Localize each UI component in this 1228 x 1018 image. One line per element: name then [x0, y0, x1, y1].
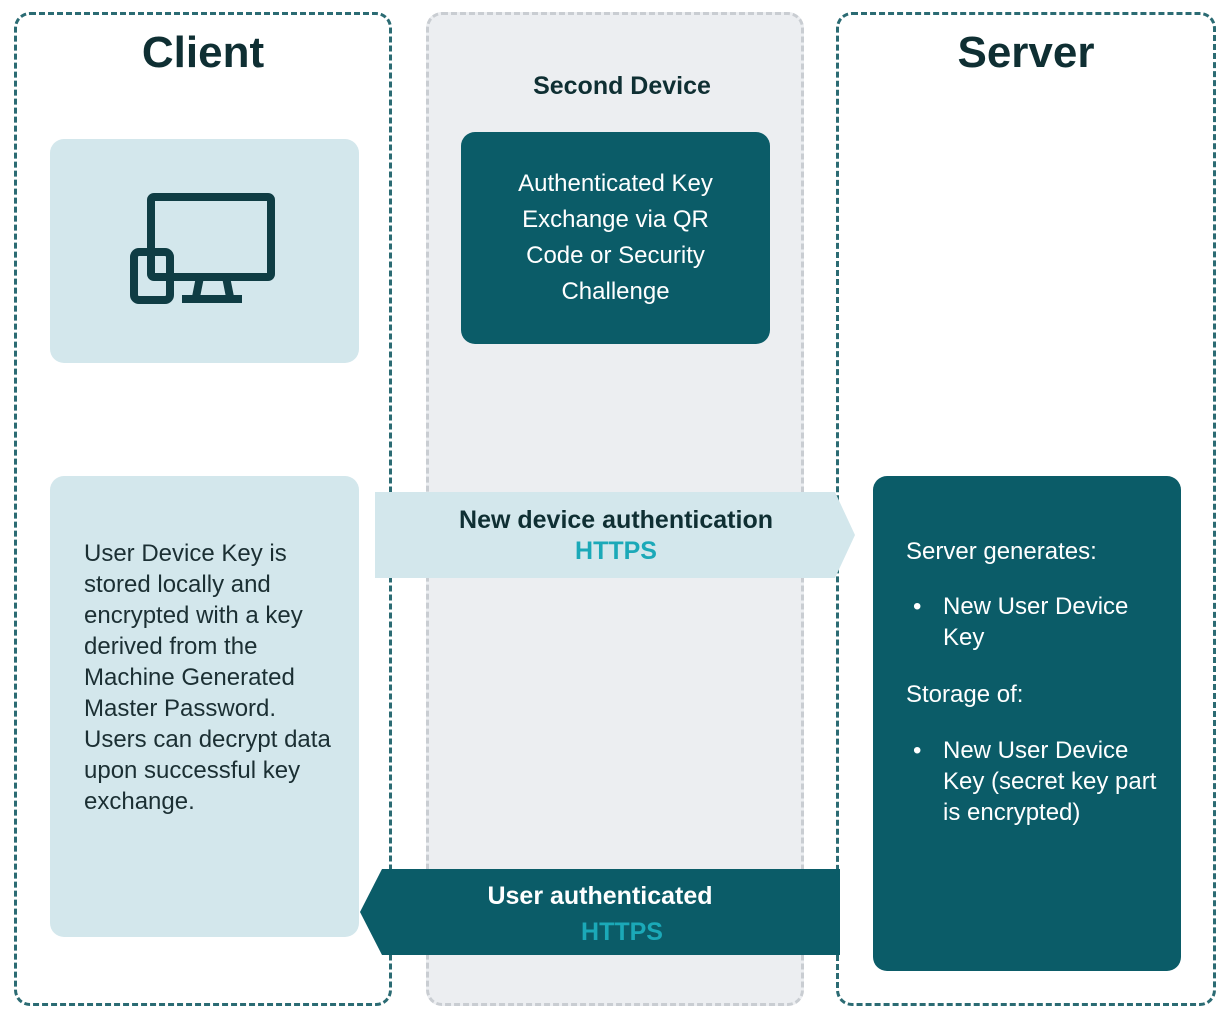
- user-authenticated-label: User authenticated: [487, 882, 713, 910]
- server-title: Server: [957, 28, 1095, 77]
- storage-list: • New User Device Key (secret key part is…: [913, 735, 1163, 828]
- client-device-box: [50, 139, 359, 363]
- list-item: • New User Device Key: [913, 593, 1129, 651]
- server-generates-list: • New User Device Key: [913, 591, 1163, 653]
- server-box: Server generates: • New User Device Key S…: [873, 476, 1181, 971]
- key-exchange-text: Authenticated Key Exchange via QR Code o…: [518, 170, 713, 305]
- to-server-protocol-label: HTTPS: [575, 537, 657, 565]
- storage-heading: Storage of:: [906, 681, 1024, 708]
- desktop-and-phone-icon: [130, 193, 275, 304]
- second-device-title: Second Device: [533, 72, 711, 100]
- client-note-box: User Device Key is stored locally and en…: [50, 476, 359, 937]
- client-title: Client: [141, 28, 265, 77]
- key-exchange-box: Authenticated Key Exchange via QR Code o…: [461, 132, 770, 344]
- server-generates-heading: Server generates:: [906, 538, 1097, 565]
- list-item: • New User Device Key (secret key part is…: [913, 737, 1157, 826]
- new-device-authentication-label: New device authentication: [459, 506, 773, 534]
- client-note-text: User Device Key is stored locally and en…: [84, 540, 331, 815]
- to-client-protocol-label: HTTPS: [581, 918, 663, 946]
